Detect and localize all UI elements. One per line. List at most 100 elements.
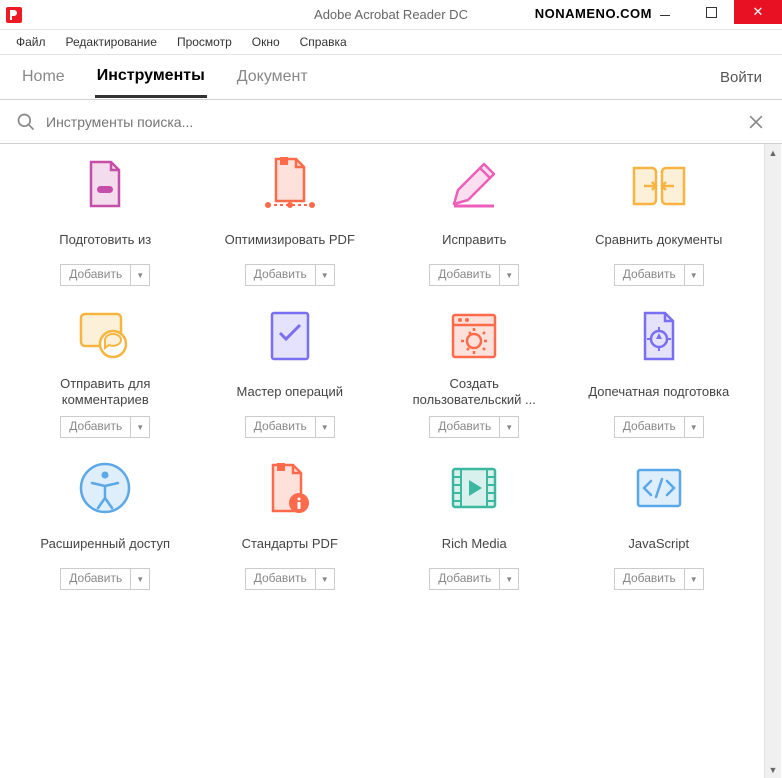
tab-document[interactable]: Документ	[235, 58, 310, 96]
scrollbar[interactable]: ▲ ▼	[764, 144, 781, 778]
tool-javascript[interactable]: JavaScript Добавить ▼	[572, 458, 747, 590]
add-button-label: Добавить	[615, 569, 685, 589]
content-area: Подготовить из Добавить ▼ Оптимизировать…	[0, 144, 782, 778]
tool-rich-media[interactable]: Rich Media Добавить ▼	[387, 458, 562, 590]
clear-icon[interactable]	[746, 112, 766, 132]
add-button-label: Добавить	[615, 417, 685, 437]
add-button[interactable]: Добавить ▼	[429, 568, 519, 590]
chevron-down-icon[interactable]: ▼	[316, 417, 334, 437]
tool-preflight[interactable]: Допечатная подготовка Добавить ▼	[572, 306, 747, 438]
chevron-down-icon[interactable]: ▼	[685, 417, 703, 437]
tool-label: Допечатная подготовка	[588, 374, 729, 410]
tool-action-wizard[interactable]: Мастер операций Добавить ▼	[203, 306, 378, 438]
tool-accessibility[interactable]: Расширенный доступ Добавить ▼	[18, 458, 193, 590]
maximize-button[interactable]	[688, 0, 734, 24]
scroll-up-button[interactable]: ▲	[765, 144, 781, 161]
tool-label: Подготовить из	[59, 222, 151, 258]
tool-compare[interactable]: Сравнить документы Добавить ▼	[572, 154, 747, 286]
tool-label: Стандарты PDF	[242, 526, 338, 562]
menu-window[interactable]: Окно	[244, 33, 288, 51]
close-button[interactable]	[734, 0, 782, 24]
chevron-down-icon[interactable]: ▼	[131, 569, 149, 589]
tabbar: Home Инструменты Документ Войти	[0, 55, 782, 100]
wizard-icon	[260, 306, 320, 366]
optimize-icon	[260, 154, 320, 214]
menu-file[interactable]: Файл	[8, 33, 54, 51]
chevron-down-icon[interactable]: ▼	[685, 265, 703, 285]
tool-label: Исправить	[442, 222, 506, 258]
menu-help[interactable]: Справка	[292, 33, 355, 51]
tool-redact[interactable]: Исправить Добавить ▼	[387, 154, 562, 286]
chevron-down-icon[interactable]: ▼	[316, 569, 334, 589]
tool-prepare-form[interactable]: Подготовить из Добавить ▼	[18, 154, 193, 286]
tool-label: Оптимизировать PDF	[225, 222, 355, 258]
comments-icon	[75, 306, 135, 366]
add-button-label: Добавить	[246, 265, 316, 285]
window-controls	[642, 0, 782, 24]
add-button-label: Добавить	[430, 417, 500, 437]
add-button-label: Добавить	[246, 417, 316, 437]
tool-custom-tool[interactable]: Создать пользовательский ... Добавить ▼	[387, 306, 562, 438]
prepare-icon	[75, 154, 135, 214]
add-button[interactable]: Добавить ▼	[60, 416, 150, 438]
tool-label: Создать пользовательский ...	[394, 374, 554, 410]
compare-icon	[629, 154, 689, 214]
tool-label: Rich Media	[442, 526, 507, 562]
add-button[interactable]: Добавить ▼	[614, 264, 704, 286]
chevron-down-icon[interactable]: ▼	[500, 569, 518, 589]
javascript-icon	[629, 458, 689, 518]
watermark: NONAMENO.COM	[535, 6, 652, 21]
window-title: Adobe Acrobat Reader DC	[314, 7, 468, 22]
tab-home[interactable]: Home	[20, 58, 67, 96]
add-button[interactable]: Добавить ▼	[60, 568, 150, 590]
menu-edit[interactable]: Редактирование	[58, 33, 165, 51]
add-button[interactable]: Добавить ▼	[614, 568, 704, 590]
add-button[interactable]: Добавить ▼	[60, 264, 150, 286]
chevron-down-icon[interactable]: ▼	[500, 417, 518, 437]
add-button[interactable]: Добавить ▼	[429, 264, 519, 286]
tool-label: Мастер операций	[236, 374, 343, 410]
add-button[interactable]: Добавить ▼	[245, 416, 335, 438]
tool-label: Сравнить документы	[595, 222, 722, 258]
tool-send-comments[interactable]: Отправить для комментариев Добавить ▼	[18, 306, 193, 438]
search-input[interactable]	[46, 114, 746, 130]
add-button[interactable]: Добавить ▼	[245, 264, 335, 286]
chevron-down-icon[interactable]: ▼	[131, 265, 149, 285]
chevron-down-icon[interactable]: ▼	[131, 417, 149, 437]
tab-tools[interactable]: Инструменты	[95, 57, 207, 98]
add-button-label: Добавить	[615, 265, 685, 285]
login-link[interactable]: Войти	[720, 69, 762, 86]
tool-label: Расширенный доступ	[40, 526, 170, 562]
add-button[interactable]: Добавить ▼	[614, 416, 704, 438]
minimize-button[interactable]	[642, 0, 688, 24]
chevron-down-icon[interactable]: ▼	[500, 265, 518, 285]
scroll-down-button[interactable]: ▼	[765, 761, 781, 778]
custom-icon	[444, 306, 504, 366]
tools-grid: Подготовить из Добавить ▼ Оптимизировать…	[18, 154, 746, 590]
tool-optimize-pdf[interactable]: Оптимизировать PDF Добавить ▼	[203, 154, 378, 286]
chevron-down-icon[interactable]: ▼	[316, 265, 334, 285]
add-button[interactable]: Добавить ▼	[245, 568, 335, 590]
tool-pdf-standards[interactable]: Стандарты PDF Добавить ▼	[203, 458, 378, 590]
chevron-down-icon[interactable]: ▼	[685, 569, 703, 589]
preflight-icon	[629, 306, 689, 366]
searchbar	[0, 100, 782, 144]
add-button-label: Добавить	[61, 417, 131, 437]
menu-view[interactable]: Просмотр	[169, 33, 240, 51]
media-icon	[444, 458, 504, 518]
titlebar: Adobe Acrobat Reader DC NONAMENO.COM	[0, 0, 782, 30]
add-button-label: Добавить	[430, 265, 500, 285]
search-icon	[16, 112, 36, 132]
add-button-label: Добавить	[61, 569, 131, 589]
app-icon	[6, 7, 22, 23]
menubar: Файл Редактирование Просмотр Окно Справк…	[0, 30, 782, 55]
redact-icon	[444, 154, 504, 214]
add-button-label: Добавить	[61, 265, 131, 285]
add-button[interactable]: Добавить ▼	[429, 416, 519, 438]
tool-label: JavaScript	[628, 526, 689, 562]
standards-icon	[260, 458, 320, 518]
accessibility-icon	[75, 458, 135, 518]
add-button-label: Добавить	[430, 569, 500, 589]
add-button-label: Добавить	[246, 569, 316, 589]
tool-label: Отправить для комментариев	[25, 374, 185, 410]
